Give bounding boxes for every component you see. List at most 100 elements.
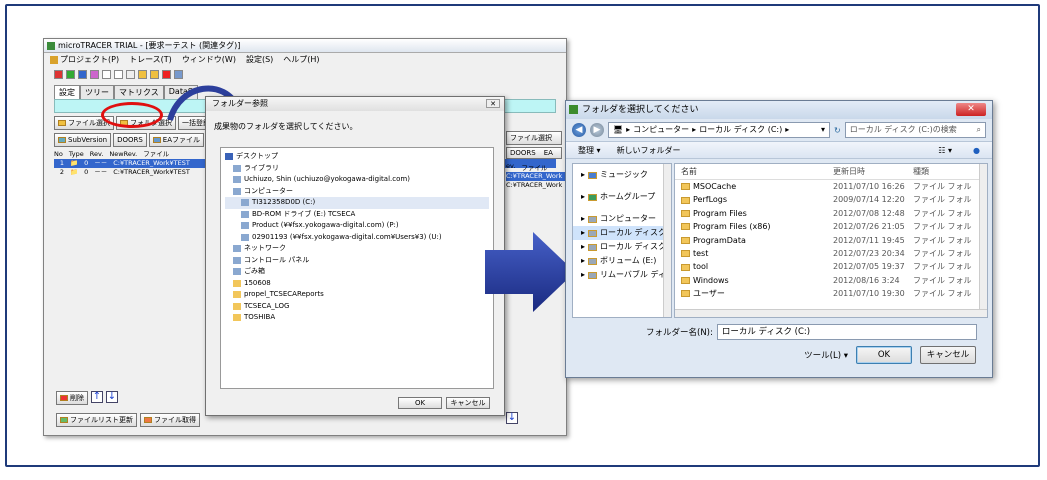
tree-item[interactable]: 02901193 (¥¥fsx.yokogawa-digital.com¥Use…: [225, 232, 489, 244]
folder-icon: [233, 176, 241, 184]
tree-item[interactable]: BD-ROM ドライブ (E:) TCSECA: [225, 209, 489, 221]
forward-icon[interactable]: ▶: [590, 123, 604, 137]
nav-item[interactable]: ▸ ホームグループ: [573, 190, 671, 204]
menu-window[interactable]: ウィンドウ(W): [182, 53, 236, 67]
nav-item[interactable]: ▸ ローカル ディスク: [573, 226, 671, 240]
copy-icon[interactable]: [114, 69, 123, 79]
list-item[interactable]: ユーザー 2011/07/10 19:30 ファイル フォル: [675, 287, 987, 300]
cancel-button[interactable]: キャンセル: [446, 397, 490, 409]
expand-icon[interactable]: ▸: [581, 254, 585, 268]
ok-button[interactable]: OK: [856, 346, 912, 364]
close-icon[interactable]: ✕: [486, 99, 500, 108]
menu-help[interactable]: ヘルプ(H): [283, 53, 319, 67]
file-name: test: [693, 248, 709, 258]
file-get-button[interactable]: ファイル取得: [140, 413, 200, 427]
list-item[interactable]: Program Files (x86) 2012/07/26 21:05 ファイル …: [675, 220, 987, 233]
search-icon[interactable]: [102, 69, 111, 79]
tools-button[interactable]: ツール(L) ▾: [804, 349, 848, 361]
table-row[interactable]: C:¥TRACER_Work: [506, 181, 566, 190]
tree-item[interactable]: ライブラリ: [225, 163, 489, 175]
doors-button[interactable]: DOORS: [113, 133, 147, 147]
paste-icon[interactable]: [126, 69, 135, 79]
list-scrollbar[interactable]: [979, 164, 987, 317]
tree-item[interactable]: コントロール パネル: [225, 255, 489, 267]
ea-file-button[interactable]: EAファイル: [148, 133, 205, 147]
address-bar[interactable]: 🖥 ▸ コンピューター ▸ ローカル ディスク (C:) ▸ ▾: [608, 122, 830, 138]
tab-tree[interactable]: ツリー: [80, 85, 114, 99]
organize-button[interactable]: 整理 ▾: [578, 142, 601, 158]
folder-icon: [681, 263, 690, 271]
save-icon[interactable]: [78, 69, 87, 79]
menu-project[interactable]: プロジェクト(P): [50, 53, 119, 67]
nav-item[interactable]: ▸ コンピューター: [573, 212, 671, 226]
tree-item[interactable]: Uchiuzo, Shin (uchiuzo@yokogawa-digital.…: [225, 174, 489, 186]
dropdown-icon[interactable]: ▾: [821, 123, 829, 137]
menu-trace[interactable]: トレース(T): [129, 53, 172, 67]
computer-icon: 🖥: [613, 125, 624, 134]
nav-scrollbar[interactable]: [663, 164, 671, 317]
subversion-button[interactable]: SubVersion: [54, 133, 112, 147]
folder-icon: [233, 291, 241, 299]
nav-item[interactable]: ▸ ローカル ディスク: [573, 240, 671, 254]
col-date[interactable]: 更新日時: [833, 164, 913, 179]
help-icon[interactable]: ●: [973, 142, 980, 160]
folder-name-field[interactable]: ローカル ディスク (C:): [716, 324, 977, 340]
expand-icon[interactable]: ▸: [581, 240, 585, 254]
list-item[interactable]: test 2012/07/23 20:34 ファイル フォル: [675, 247, 987, 260]
tree-item[interactable]: コンピューター: [225, 186, 489, 198]
expand-icon[interactable]: ▸: [581, 226, 585, 240]
cancel-button[interactable]: キャンセル: [920, 346, 976, 364]
expand-icon[interactable]: ▸: [581, 268, 585, 282]
list-item[interactable]: MSOCache 2011/07/10 16:26 ファイル フォル: [675, 180, 987, 193]
tree-item[interactable]: propel_TCSECAReports: [225, 289, 489, 301]
nav-item[interactable]: ▸ リムーバブル ディ: [573, 268, 671, 282]
new-icon[interactable]: [54, 69, 63, 79]
list-item[interactable]: Program Files 2012/07/08 12:48 ファイル フォル: [675, 207, 987, 220]
move-down-icon[interactable]: ↓: [106, 391, 118, 403]
file-list-update-button[interactable]: ファイルリスト更新: [56, 413, 137, 427]
view-icon[interactable]: ☷ ▾: [938, 142, 952, 160]
back-icon[interactable]: ◀: [572, 123, 586, 137]
right-file-select-button[interactable]: ファイル選択: [506, 131, 562, 145]
tree-item[interactable]: Product (¥¥fsx.yokogawa-digital.com) (P:…: [225, 220, 489, 232]
tree-item[interactable]: TCSECA_LOG: [225, 301, 489, 313]
new-folder-button[interactable]: 新しいフォルダー: [617, 142, 681, 158]
tree-item[interactable]: TOSHIBA: [225, 312, 489, 324]
folder-icon: [241, 222, 249, 230]
table-row[interactable]: C:¥TRACER_Work: [506, 172, 566, 181]
tree-item[interactable]: ネットワーク: [225, 243, 489, 255]
refresh-icon[interactable]: ↻: [834, 126, 841, 135]
dialog-icon: [569, 105, 578, 114]
tree-item[interactable]: 150608: [225, 278, 489, 290]
ok-button[interactable]: OK: [398, 397, 442, 409]
expand-icon[interactable]: ▸: [581, 168, 585, 182]
delete-button[interactable]: 削除: [56, 391, 88, 405]
nav-item[interactable]: ▸ ミュージック: [573, 168, 671, 182]
tree-item[interactable]: デスクトップ: [225, 151, 489, 163]
list-item[interactable]: PerfLogs 2009/07/14 12:20 ファイル フォル: [675, 193, 987, 206]
folder-icon[interactable]: [138, 69, 147, 79]
expand-icon[interactable]: ▸: [581, 190, 585, 204]
filter-icon[interactable]: [90, 69, 99, 79]
list-hscrollbar[interactable]: [675, 309, 987, 317]
tree-item[interactable]: TI312358D0D (C:): [225, 197, 489, 209]
move-up-icon[interactable]: ↑: [91, 391, 103, 403]
menu-settings[interactable]: 設定(S): [246, 53, 273, 67]
col-name[interactable]: 名前: [675, 164, 833, 179]
right-doors-button[interactable]: DOORS EA: [506, 147, 562, 159]
list-item[interactable]: Windows 2012/08/16 3:24 ファイル フォル: [675, 274, 987, 287]
right-move-down-icon[interactable]: ↓: [506, 412, 518, 424]
expand-icon[interactable]: ▸: [581, 212, 585, 226]
tab-settings[interactable]: 設定: [54, 85, 80, 99]
list-item[interactable]: tool 2012/07/05 19:37 ファイル フォル: [675, 260, 987, 273]
file-date: 2012/07/08 12:48: [833, 208, 905, 218]
tree-item[interactable]: ごみ箱: [225, 266, 489, 278]
col-kind[interactable]: 種類: [913, 164, 973, 179]
open-icon[interactable]: [66, 69, 75, 79]
list-item[interactable]: ProgramData 2012/07/11 19:45 ファイル フォル: [675, 234, 987, 247]
nav-item[interactable]: ▸ ボリューム (E:): [573, 254, 671, 268]
search-input[interactable]: ローカル ディスク (C:)の検索 ⌕: [844, 122, 986, 138]
navigation-pane: ▸ ミュージック ▸ ホームグループ ▸ コンピューター ▸ ローカル ディスク ▸ ローカル デ…: [572, 163, 672, 318]
folder-select-window: フォルダを選択してください ✕ ◀ ▶ 🖥 ▸ コンピューター ▸ ローカル ディスク…: [565, 100, 993, 378]
close-icon[interactable]: ✕: [956, 103, 986, 116]
